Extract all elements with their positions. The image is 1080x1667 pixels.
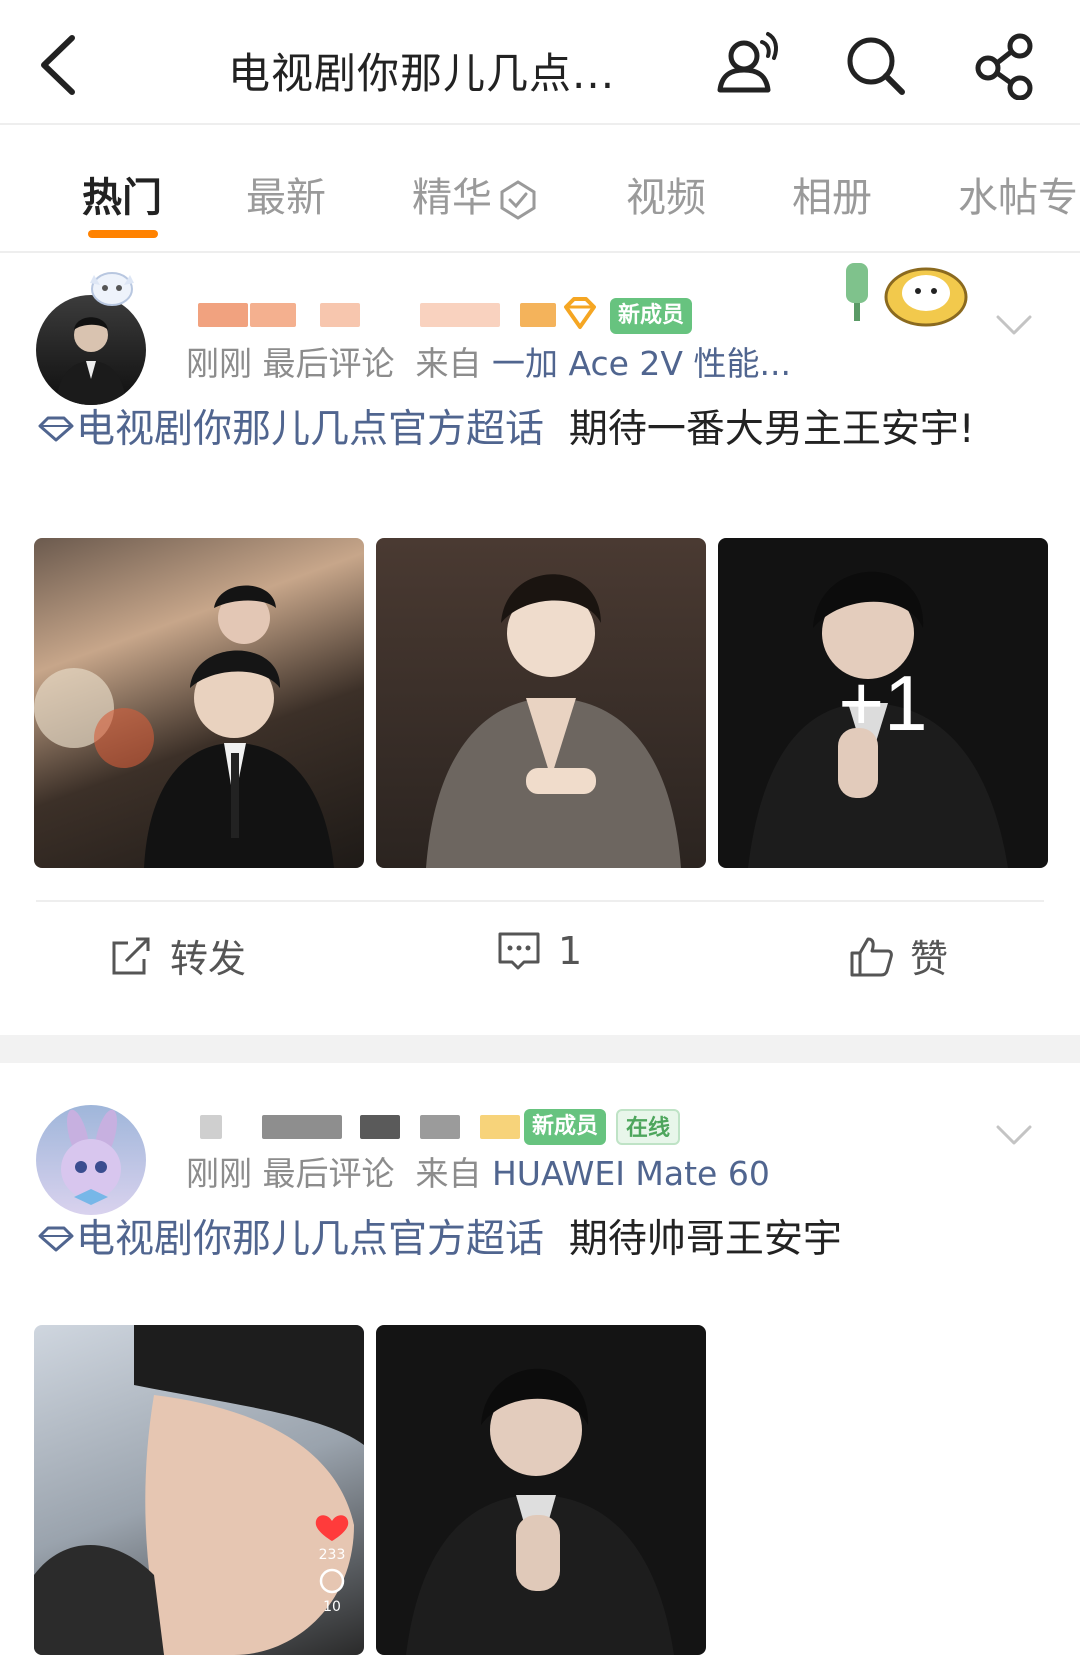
username-blurred [250, 303, 296, 327]
post-body: 期待帅哥王安宇 [568, 1217, 842, 1262]
topic-diamond-icon [36, 403, 76, 461]
tab-hot[interactable]: 热门 [82, 165, 162, 223]
section-gap [0, 1035, 1080, 1063]
repost-label: 转发 [170, 937, 247, 981]
like-button[interactable]: 赞 [848, 928, 948, 983]
super-topic-link[interactable]: 电视剧你那儿几点官方超话 [76, 407, 544, 452]
tab-bar: 热门 最新 精华 视频 相册 水帖专 [0, 125, 1080, 253]
back-arrow-icon[interactable] [34, 30, 94, 100]
vip-diamond-icon [560, 293, 600, 333]
post-image[interactable] [376, 1325, 706, 1655]
post-meta: 刚刚 最后评论 来自 一加 Ace 2V 性能... [186, 337, 791, 385]
device-source[interactable]: HUAWEI Mate 60 [492, 1154, 770, 1193]
post-meta: 刚刚 最后评论 来自 HUAWEI Mate 60 [186, 1147, 770, 1195]
post-image[interactable] [376, 538, 706, 868]
comment-button[interactable]: 1 [496, 928, 582, 974]
comment-count: 1 [558, 929, 583, 973]
avatar-pendant-icon [86, 263, 138, 307]
chevron-down-icon[interactable] [990, 1111, 1038, 1159]
username-blurred [480, 1115, 520, 1139]
post-time: 刚刚 [186, 1154, 252, 1193]
members-icon[interactable] [712, 30, 782, 100]
username-blurred [420, 303, 500, 327]
device-source[interactable]: 一加 Ace 2V 性能... [492, 344, 791, 383]
decoration-sticker-icon [840, 253, 970, 333]
post-image[interactable]: +1 [718, 538, 1048, 868]
tab-featured[interactable]: 精华 [412, 165, 540, 223]
member-tag: 新成员 [524, 1109, 607, 1145]
post-card: 新成员 刚刚 最后评论 来自 一加 Ace 2V 性能... 电视剧你那儿几点官… [0, 253, 1080, 1035]
like-thumb-icon [850, 937, 893, 976]
topic-diamond-icon [36, 1213, 76, 1271]
post-text: 电视剧你那儿几点官方超话 期待帅哥王安宇 [36, 1211, 1046, 1271]
tab-featured-label: 精华 [412, 175, 492, 221]
tab-video[interactable]: 视频 [626, 165, 706, 223]
top-bar: 电视剧你那儿几点... [0, 0, 1080, 125]
online-tag: 在线 [616, 1109, 681, 1145]
username-blurred [360, 1115, 400, 1139]
avatar[interactable] [36, 295, 146, 405]
active-tab-indicator [88, 230, 158, 238]
member-tag: 新成员 [610, 298, 693, 334]
username-blurred [198, 303, 248, 327]
last-comment-label: 最后评论 [262, 1154, 395, 1193]
video-comment-count: 10 [323, 1599, 341, 1615]
video-like-count: 233 [318, 1547, 346, 1563]
post-body: 期待一番大男主王安宇! [568, 407, 975, 452]
from-label: 来自 [415, 344, 482, 383]
tab-album[interactable]: 相册 [792, 165, 872, 223]
post-card: 新成员 在线 刚刚 最后评论 来自 HUAWEI Mate 60 电视剧你那儿几… [0, 1063, 1080, 1667]
share-icon[interactable] [970, 30, 1040, 101]
post-text: 电视剧你那儿几点官方超话 期待一番大男主王安宇! [36, 401, 1046, 461]
username-blurred [520, 303, 556, 327]
repost-button[interactable]: 转发 [108, 928, 246, 983]
from-label: 来自 [415, 1154, 482, 1193]
chevron-down-icon[interactable] [990, 301, 1038, 349]
avatar[interactable] [36, 1105, 146, 1215]
post-actions: 转发 1 赞 [0, 903, 1080, 1003]
username-blurred [200, 1115, 222, 1139]
tab-water-post[interactable]: 水帖专 [958, 165, 1078, 223]
super-topic-link[interactable]: 电视剧你那儿几点官方超话 [76, 1217, 544, 1262]
post-image[interactable]: 233 10 [34, 1325, 364, 1655]
post-time: 刚刚 [186, 344, 252, 383]
search-icon[interactable] [840, 30, 910, 100]
tab-latest[interactable]: 最新 [246, 165, 326, 223]
username-blurred [420, 1115, 460, 1139]
like-label: 赞 [910, 937, 949, 981]
more-images-count: +1 [838, 658, 928, 747]
last-comment-label: 最后评论 [262, 344, 395, 383]
post-image[interactable] [34, 538, 364, 868]
featured-badge-icon [496, 178, 540, 222]
divider [36, 900, 1044, 902]
comment-icon [498, 932, 540, 970]
page-title: 电视剧你那儿几点... [228, 49, 616, 98]
username-blurred [262, 1115, 342, 1139]
username-blurred [320, 303, 360, 327]
repost-icon [112, 937, 150, 974]
